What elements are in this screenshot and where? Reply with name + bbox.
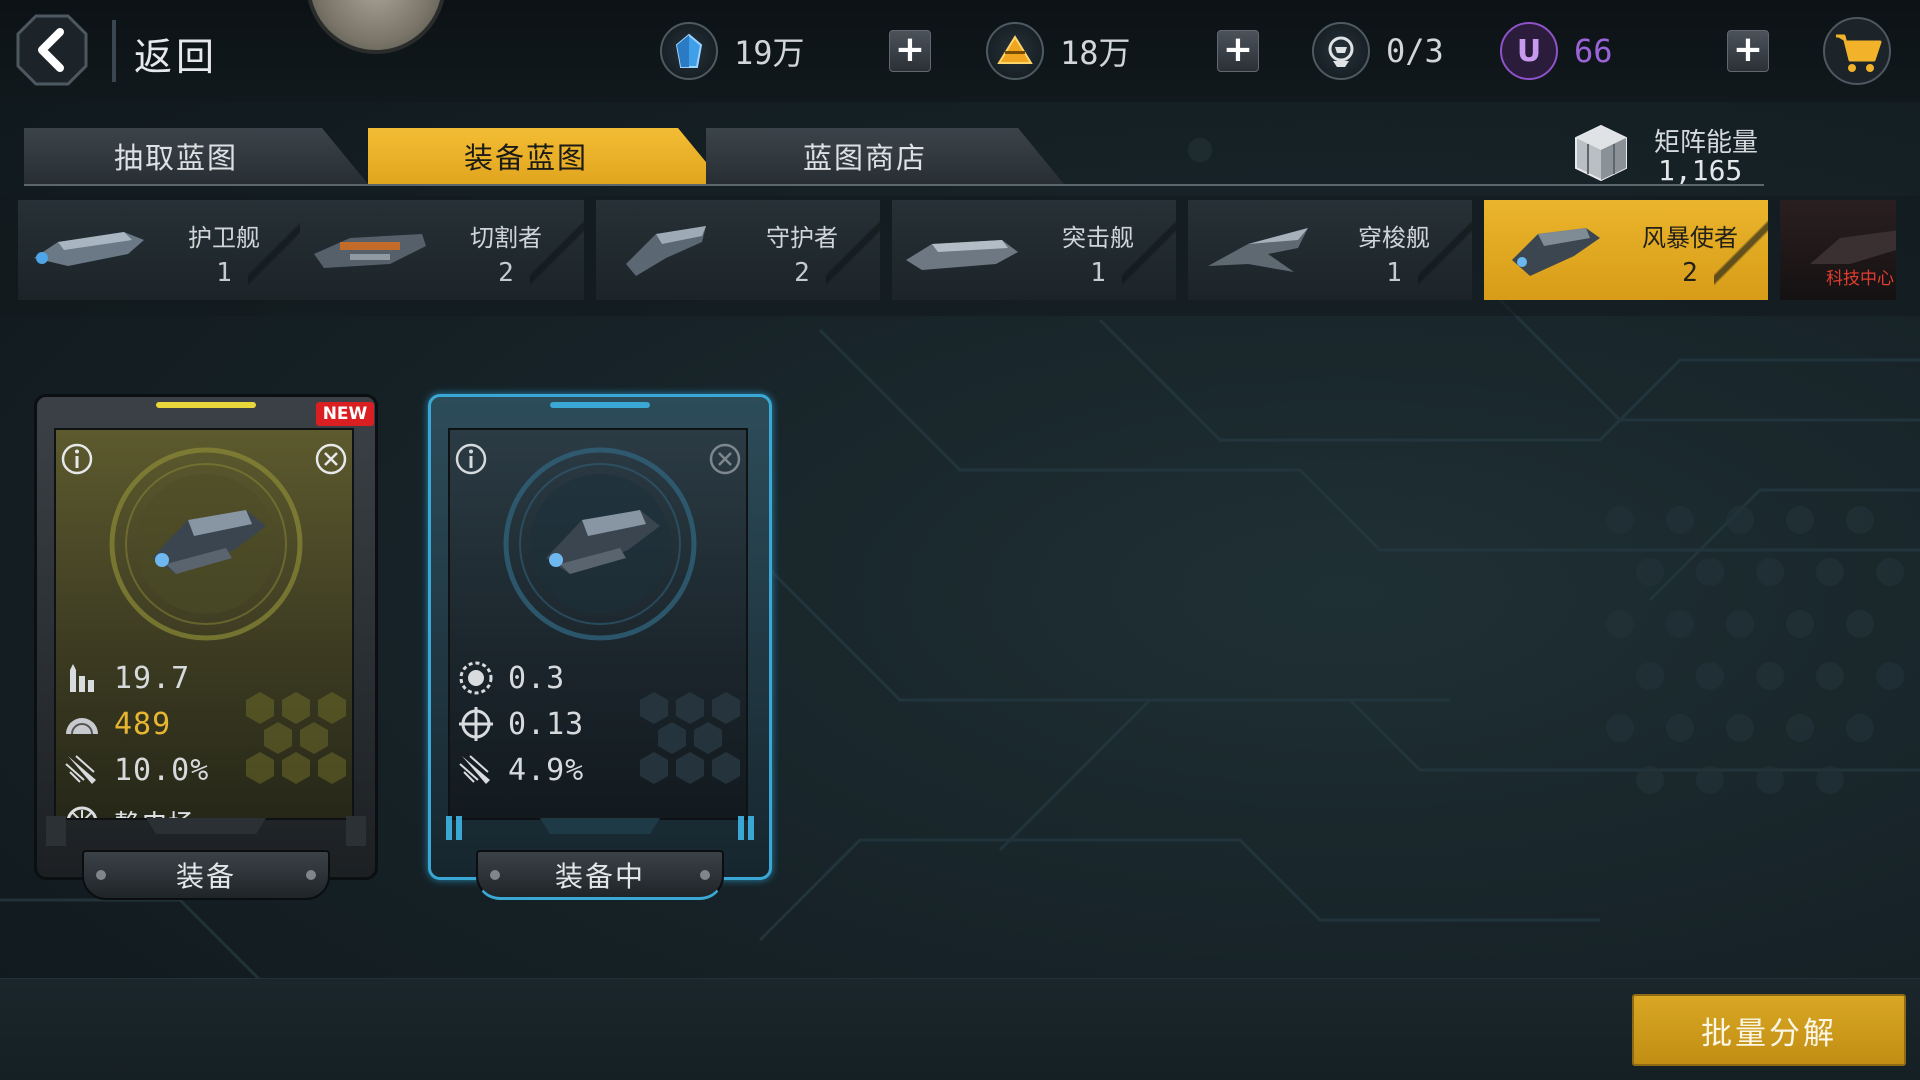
avatar[interactable]	[306, 0, 446, 54]
card-inner: 19.7 489 10.0% 静电场	[54, 428, 354, 820]
gold-resource: 18万	[986, 22, 1131, 80]
card-top-glow	[550, 402, 650, 408]
bulk-dismantle-button[interactable]: 批量分解	[1632, 994, 1906, 1066]
card-base	[446, 816, 754, 840]
dismantle-button[interactable]	[314, 442, 348, 476]
equipped-status-button[interactable]: 装备中	[476, 850, 724, 900]
tab-label: 蓝图商店	[802, 141, 927, 175]
ship-emblem	[109, 447, 303, 641]
info-button[interactable]	[454, 442, 488, 476]
add-premium-button[interactable]: +	[1727, 30, 1769, 72]
tab-equip-blueprint[interactable]: 装备蓝图	[368, 128, 724, 184]
info-button[interactable]	[60, 442, 94, 476]
stat-row-shield: 489	[62, 704, 171, 744]
gold-ingot-icon	[986, 22, 1044, 80]
card-top-glow	[156, 402, 256, 408]
gold-value: 18万	[1060, 34, 1131, 72]
stat-row-missile: 4.9%	[456, 750, 584, 790]
add-crystal-button[interactable]: +	[889, 30, 931, 72]
matrix-energy: 矩阵能量 1,165	[1566, 118, 1766, 187]
stat-row-accuracy: 0.13	[456, 704, 584, 744]
category-cutter[interactable]: 切割者 2	[300, 200, 584, 300]
blueprint-card-equipped[interactable]: 0.3 0.13 4.9% 装备中	[428, 394, 772, 900]
tab-underline	[24, 184, 1764, 186]
category-shuttle[interactable]: 穿梭舰 1	[1188, 200, 1472, 300]
category-name: 科技中心	[1826, 269, 1894, 289]
stat-value: 489	[114, 706, 172, 742]
dismantle-button[interactable]	[708, 442, 742, 476]
premium-resource: U 66	[1500, 22, 1613, 80]
category-escort[interactable]: 护卫舰 1	[18, 200, 302, 300]
stat-value: 0.3	[508, 660, 566, 696]
crew-resource: 0/3	[1312, 22, 1444, 80]
category-assault[interactable]: 突击舰 1	[892, 200, 1176, 300]
stat-value: 0.13	[508, 706, 585, 742]
category-stripe	[1714, 200, 1768, 300]
blueprint-card-new[interactable]: NEW 19.7 489 10.0% 装备	[34, 394, 378, 900]
u-coin-icon: U	[1500, 22, 1558, 80]
guardian-ship-icon	[626, 226, 706, 276]
missile-icon	[65, 755, 96, 784]
back-arrow-icon	[16, 14, 88, 86]
stat-row-missile: 10.0%	[62, 750, 209, 790]
blue-crystal-icon	[660, 22, 718, 80]
matrix-cube-icon	[1575, 124, 1627, 182]
missile-icon	[459, 755, 490, 784]
gear-burst-icon	[459, 661, 493, 695]
cutter-ship-icon	[314, 234, 426, 268]
stat-row-ammo: 19.7	[62, 658, 190, 698]
premium-value: 66	[1574, 32, 1613, 70]
stat-value: 19.7	[114, 660, 191, 696]
crystal-value: 19万	[734, 34, 805, 72]
stat-row-rate: 0.3	[456, 658, 565, 698]
tab-blueprint-shop[interactable]: 蓝图商店	[706, 128, 1064, 184]
equip-button[interactable]: 装备	[82, 850, 330, 900]
tab-label: 装备蓝图	[463, 141, 588, 175]
pilot-helmet-icon	[1312, 22, 1370, 80]
crosshair-icon	[459, 707, 493, 741]
category-stripe	[1418, 200, 1472, 300]
close-icon	[709, 443, 741, 475]
add-gold-button[interactable]: +	[1217, 30, 1259, 72]
assault-ship-icon	[906, 240, 1018, 270]
stat-value: 10.0%	[114, 752, 210, 788]
back-button[interactable]	[16, 14, 88, 86]
shield-dome-icon	[66, 718, 98, 735]
stormbringer-ship-icon	[1512, 228, 1600, 276]
ship-emblem	[503, 447, 697, 641]
category-tech-center[interactable]: 科技中心	[1780, 200, 1896, 300]
category-stripe	[1122, 200, 1176, 300]
matrix-energy-value: 1,165	[1658, 154, 1743, 187]
top-bar: 返回 19万 + 18万 + 0/3 U 66 +	[0, 0, 1920, 102]
card-base	[46, 816, 366, 846]
info-icon	[455, 443, 487, 475]
category-stormbringer[interactable]: 风暴使者 2	[1484, 200, 1768, 300]
category-stripe	[826, 200, 880, 300]
crystal-resource: 19万	[660, 22, 805, 80]
ammo-icon	[70, 664, 94, 692]
shuttle-ship-icon	[1208, 228, 1308, 272]
new-badge: NEW	[316, 402, 374, 426]
back-label[interactable]: 返回	[134, 26, 218, 81]
back-separator	[112, 20, 116, 82]
card-inner: 0.3 0.13 4.9%	[448, 428, 748, 820]
category-stripe	[530, 200, 584, 300]
cart-icon	[1823, 17, 1891, 85]
crew-value: 0/3	[1386, 32, 1444, 70]
category-stripe	[248, 200, 302, 300]
info-icon	[61, 443, 93, 475]
tab-draw-blueprint[interactable]: 抽取蓝图	[24, 128, 368, 184]
stat-value: 4.9%	[508, 752, 585, 788]
close-icon	[315, 443, 347, 475]
shop-cart-button[interactable]	[1822, 16, 1892, 86]
tab-label: 抽取蓝图	[113, 141, 238, 175]
escort-ship-icon	[34, 232, 144, 266]
category-guardian[interactable]: 守护者 2	[596, 200, 880, 300]
